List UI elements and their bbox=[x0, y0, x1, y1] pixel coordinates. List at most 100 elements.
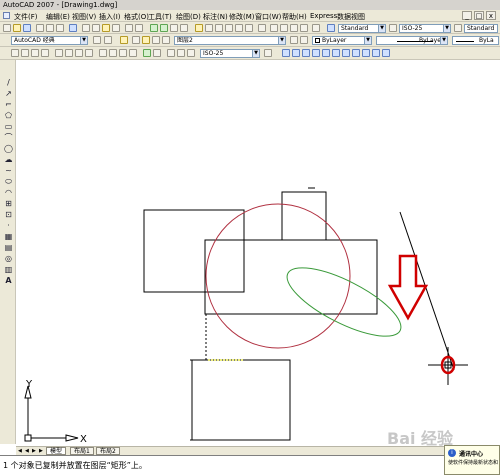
layer-current-icon[interactable] bbox=[290, 24, 298, 32]
layer-combo[interactable]: 图层2 ▼ bbox=[174, 36, 286, 45]
region-icon[interactable]: ◎ bbox=[4, 254, 13, 263]
table-style-icon[interactable] bbox=[454, 24, 462, 32]
dim-style-combo-2[interactable]: ISO-25 ▼ bbox=[200, 49, 260, 58]
layer-match-icon[interactable] bbox=[280, 24, 288, 32]
menu-format[interactable]: 格式(O) bbox=[124, 12, 149, 22]
command-line[interactable]: 1 个对象已复制并放置在图层“矩形”上。 bbox=[0, 455, 500, 475]
layer-unlock-icon[interactable] bbox=[152, 36, 160, 44]
layer-prev-icon[interactable] bbox=[270, 24, 278, 32]
ellipse-shape[interactable] bbox=[278, 255, 409, 350]
text-style-icon[interactable] bbox=[327, 24, 335, 32]
dim-continue-icon[interactable] bbox=[119, 49, 127, 57]
array-icon[interactable] bbox=[322, 49, 330, 57]
table-icon[interactable]: ▥ bbox=[4, 265, 13, 274]
diagonal-line[interactable] bbox=[399, 211, 455, 371]
minimize-button[interactable]: _ bbox=[462, 11, 472, 20]
make-block-icon[interactable]: ⊡ bbox=[4, 210, 13, 219]
layer-color-icon[interactable] bbox=[162, 36, 170, 44]
menu-file[interactable]: 文件(F) bbox=[14, 12, 38, 22]
first-tab-icon[interactable]: ◀ bbox=[18, 448, 24, 454]
dim-ordinate-icon[interactable] bbox=[41, 49, 49, 57]
polygon-icon[interactable]: ⬠ bbox=[4, 111, 13, 120]
move-icon[interactable] bbox=[332, 49, 340, 57]
dim-linear-icon[interactable] bbox=[11, 49, 19, 57]
circle-shape[interactable] bbox=[205, 203, 351, 349]
menu-view[interactable]: 视图(V) bbox=[72, 12, 96, 22]
properties-icon[interactable] bbox=[195, 24, 203, 32]
workspace-combo[interactable]: AutoCAD 经典 ▼ bbox=[11, 36, 88, 45]
pan-icon[interactable] bbox=[150, 24, 158, 32]
zoom-previous-icon[interactable] bbox=[180, 24, 188, 32]
save-icon[interactable] bbox=[23, 24, 31, 32]
publish-icon[interactable] bbox=[56, 24, 64, 32]
close-button[interactable]: x bbox=[486, 11, 496, 20]
point-icon[interactable]: · bbox=[4, 221, 13, 230]
ellipse-icon[interactable]: ⬭ bbox=[4, 177, 13, 186]
rectangle-top-small[interactable] bbox=[281, 191, 327, 241]
undo-icon[interactable] bbox=[125, 24, 133, 32]
dim-aligned-icon[interactable] bbox=[21, 49, 29, 57]
color-combo[interactable]: ByLayer ▼ bbox=[312, 36, 372, 45]
drawing-canvas[interactable]: Y X bbox=[16, 60, 500, 446]
restore-button[interactable]: □ bbox=[474, 11, 484, 20]
prev-tab-icon[interactable]: ◀ bbox=[25, 448, 31, 454]
erase-icon[interactable] bbox=[282, 49, 290, 57]
menu-help[interactable]: 帮助(H) bbox=[282, 12, 307, 22]
rotate-icon[interactable] bbox=[342, 49, 350, 57]
dim-baseline-icon[interactable] bbox=[109, 49, 117, 57]
dim-text-edit-icon[interactable] bbox=[177, 49, 185, 57]
tab-model[interactable]: 模型 bbox=[46, 447, 67, 455]
workspace-save-icon[interactable] bbox=[104, 36, 112, 44]
menu-dimension[interactable]: 标注(N) bbox=[203, 12, 228, 22]
arc-icon[interactable]: ⌒ bbox=[4, 133, 13, 142]
dim-angular-icon[interactable] bbox=[85, 49, 93, 57]
gradient-icon[interactable]: ▤ bbox=[4, 243, 13, 252]
sheet-set-icon[interactable] bbox=[225, 24, 233, 32]
workspace-settings-icon[interactable] bbox=[93, 36, 101, 44]
cut-icon[interactable] bbox=[82, 24, 90, 32]
rectangle-icon[interactable]: ▭ bbox=[4, 122, 13, 131]
menu-express[interactable]: Express bbox=[310, 12, 337, 20]
center-mark-icon[interactable] bbox=[153, 49, 161, 57]
ellipse-arc-icon[interactable]: ◠ bbox=[4, 188, 13, 197]
rectangle-middle[interactable] bbox=[204, 239, 378, 315]
notification-balloon[interactable]: i 通讯中心 使软件保持最新状态和 bbox=[444, 445, 500, 475]
mtext-icon[interactable]: A bbox=[4, 276, 13, 285]
revcloud-icon[interactable]: ☁ bbox=[4, 155, 13, 164]
dim-style-icon[interactable] bbox=[389, 24, 397, 32]
layer-on-icon[interactable] bbox=[132, 36, 140, 44]
layer-freeze-icon[interactable] bbox=[142, 36, 150, 44]
help-icon[interactable] bbox=[258, 24, 266, 32]
markup-icon[interactable] bbox=[235, 24, 243, 32]
next-tab-icon[interactable]: ▶ bbox=[32, 448, 38, 454]
tolerance-icon[interactable] bbox=[143, 49, 151, 57]
menu-edit[interactable]: 编辑(E) bbox=[46, 12, 70, 22]
redo-icon[interactable] bbox=[135, 24, 143, 32]
menu-tools[interactable]: 工具(T) bbox=[148, 12, 172, 22]
table-style-combo[interactable]: Standard bbox=[464, 24, 498, 33]
hatch-icon[interactable]: ▦ bbox=[4, 232, 13, 241]
rectangle-bottom[interactable] bbox=[190, 359, 291, 441]
linetype-combo[interactable]: ByLayer ▼ bbox=[376, 36, 448, 45]
menu-draw[interactable]: 绘图(D) bbox=[176, 12, 201, 22]
tab-layout2[interactable]: 布局2 bbox=[96, 447, 120, 455]
rectangle-top-left[interactable] bbox=[143, 209, 245, 293]
open-icon[interactable] bbox=[13, 24, 21, 32]
spline-icon[interactable]: ~ bbox=[4, 166, 13, 175]
copy-object-icon[interactable] bbox=[292, 49, 300, 57]
match-properties-icon[interactable] bbox=[112, 24, 120, 32]
layer-properties-icon[interactable] bbox=[120, 36, 128, 44]
last-tab-icon[interactable]: ▶ bbox=[39, 448, 45, 454]
dim-edit-icon[interactable] bbox=[167, 49, 175, 57]
circle-icon[interactable]: ◯ bbox=[4, 144, 13, 153]
document-icon[interactable] bbox=[3, 12, 10, 19]
dim-update-icon[interactable] bbox=[187, 49, 195, 57]
zoom-window-icon[interactable] bbox=[170, 24, 178, 32]
tab-layout1[interactable]: 布局1 bbox=[70, 447, 94, 455]
quick-leader-icon[interactable] bbox=[129, 49, 137, 57]
dim-diameter-icon[interactable] bbox=[75, 49, 83, 57]
zoom-realtime-icon[interactable] bbox=[160, 24, 168, 32]
quick-dim-icon[interactable] bbox=[99, 49, 107, 57]
menu-window[interactable]: 窗口(W) bbox=[255, 12, 281, 22]
scale-icon[interactable] bbox=[352, 49, 360, 57]
